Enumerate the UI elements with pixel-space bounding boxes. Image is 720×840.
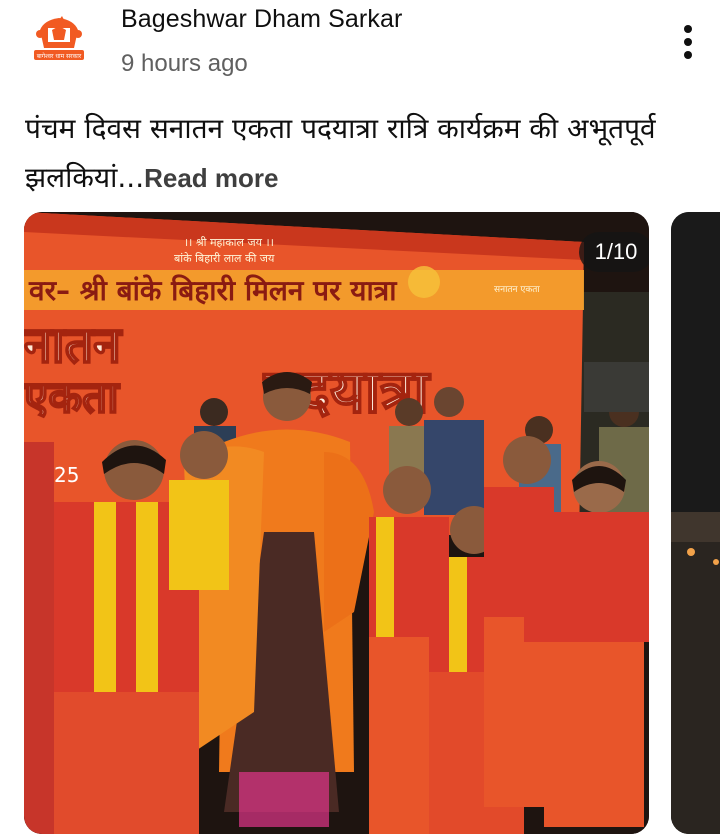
more-vert-icon-dot: [684, 38, 692, 46]
image-counter: 1/10: [579, 232, 649, 272]
more-vert-icon-dot: [684, 51, 692, 59]
event-photo: ।। श्री महाकाल जय ।। बांके बिहारी लाल की…: [24, 212, 649, 834]
avatar-logo-text: बागेश्वर धाम सरकार: [37, 52, 82, 60]
post-body-text: पंचम दिवस सनातन एकता पदयात्रा रात्रि कार…: [25, 112, 656, 194]
banner-date-fragment: 25: [54, 463, 79, 487]
banner-top-line-2: बांके बिहारी लाल की जय: [174, 252, 275, 265]
channel-avatar[interactable]: बागेश्वर धाम सरकार: [26, 8, 92, 74]
banner-top-line: ।। श्री महाकाल जय ।।: [184, 236, 274, 249]
banner-main-line: वर– श्री बांके बिहारी मिलन पर यात्रा: [28, 274, 398, 307]
more-vert-icon: [684, 25, 692, 33]
carousel-image-1[interactable]: ।। श्री महाकाल जय ।। बांके बिहारी लाल की…: [24, 212, 649, 834]
post-timestamp: 9 hours ago: [121, 50, 248, 77]
banner-big-left-2: एकता: [24, 372, 120, 423]
channel-logo-icon: बागेश्वर धाम सरकार: [26, 8, 92, 74]
read-more-link[interactable]: Read more: [144, 163, 278, 193]
next-photo-preview: [671, 212, 720, 834]
image-carousel[interactable]: ।। श्री महाकाल जय ।। बांके बिहारी लाल की…: [0, 212, 720, 840]
channel-name[interactable]: Bageshwar Dham Sarkar: [121, 5, 402, 34]
banner-right-line: सनातन एकता: [494, 285, 540, 295]
post-header: बागेश्वर धाम सरकार Bageshwar Dham Sarkar…: [0, 0, 720, 95]
banner-big-left-1: नातन: [24, 316, 123, 374]
carousel-image-2-peek[interactable]: [671, 212, 720, 834]
more-options-button[interactable]: [668, 18, 708, 66]
post-text: पंचम दिवस सनातन एकता पदयात्रा रात्रि कार…: [25, 104, 685, 203]
